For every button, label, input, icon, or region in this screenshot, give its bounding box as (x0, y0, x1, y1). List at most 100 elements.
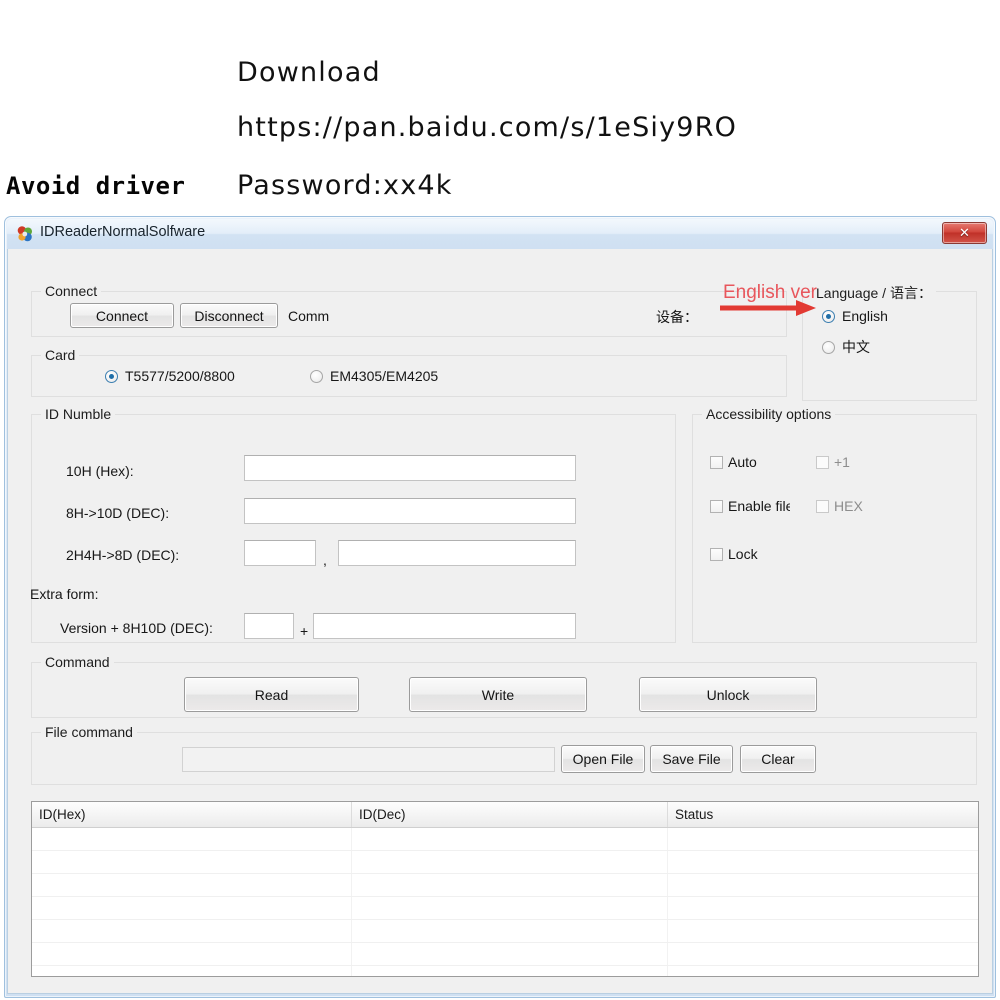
cell-id-dec (352, 851, 668, 873)
card-radio-t5577[interactable]: T5577/5200/8800 (105, 368, 235, 384)
cell-id-dec (352, 966, 668, 976)
connect-group: Connect Connect Disconnect Comm 设备： (31, 283, 787, 337)
application-window: IDReaderNormalSolfware ✕ Connect Connect… (4, 216, 996, 998)
client-area: Connect Connect Disconnect Comm 设备： Lang… (7, 249, 993, 994)
cell-id-hex (32, 943, 352, 965)
input-version[interactable] (244, 613, 294, 639)
card-radio-em4305[interactable]: EM4305/EM4205 (310, 368, 438, 384)
annotation-download-url: https://pan.baidu.com/s/1eSiy9RO (237, 112, 738, 143)
window-title: IDReaderNormalSolfware (40, 224, 206, 240)
table-row[interactable] (32, 897, 978, 920)
top-annotations: Download https://pan.baidu.com/s/1eSiy9R… (0, 0, 1000, 215)
table-header-row: ID(Hex) ID(Dec) Status (32, 802, 978, 828)
file-command-group-title: File command (41, 724, 137, 740)
cell-id-dec (352, 874, 668, 896)
annotation-arrow-icon (720, 300, 816, 316)
table-row[interactable] (32, 874, 978, 897)
accessibility-group-title: Accessibility options (702, 406, 836, 422)
table-row[interactable] (32, 966, 978, 976)
language-radio-chinese[interactable]: 中文 (822, 337, 870, 357)
write-button-label: Write (481, 686, 515, 703)
cell-status (668, 897, 978, 919)
card-option-label: EM4305/EM4205 (330, 368, 439, 384)
checkbox-icon (710, 499, 723, 513)
id-numble-group: ID Numble 10H (Hex): 8H->10D (DEC): 2H4H… (30, 406, 676, 643)
cell-id-dec (352, 943, 668, 965)
table-row[interactable] (32, 828, 978, 851)
language-radio-english[interactable]: English (822, 308, 888, 324)
cell-id-hex (32, 851, 352, 873)
read-button-label: Read (254, 686, 289, 703)
radio-unselected-icon (822, 340, 835, 354)
cell-id-hex (32, 966, 352, 976)
device-label: 设备： (656, 309, 698, 325)
connect-button-label: Connect (95, 307, 149, 324)
input-2h4h-8d-dec-first[interactable] (244, 540, 316, 566)
unlock-button[interactable]: Unlock (639, 677, 817, 712)
card-group: Card T5577/5200/8800 EM4305/EM4205 (31, 347, 787, 397)
cell-status (668, 851, 978, 873)
language-option-label: English (842, 308, 888, 324)
language-group: Language / 语言： English 中文 (802, 283, 977, 401)
clear-button[interactable]: Clear (740, 745, 816, 773)
card-option-label: T5577/5200/8800 (125, 368, 235, 384)
id-numble-group-title: ID Numble (41, 406, 116, 422)
title-bar: IDReaderNormalSolfware ✕ (7, 219, 993, 249)
input-8h-10d-dec[interactable] (244, 498, 576, 524)
results-table[interactable]: ID(Hex) ID(Dec) Status (31, 801, 979, 977)
radio-selected-icon (105, 369, 118, 383)
app-icon (17, 226, 32, 242)
checkbox-plus-one[interactable]: +1 (816, 454, 850, 470)
table-row[interactable] (32, 920, 978, 943)
column-header-id-dec[interactable]: ID(Dec) (352, 802, 668, 827)
cell-status (668, 828, 978, 850)
cell-id-dec (352, 828, 668, 850)
extra-form-label: Extra form: (30, 586, 99, 602)
label-8h-10d-dec: 8H->10D (DEC): (66, 505, 170, 521)
cell-id-hex (32, 920, 352, 942)
file-command-group: File command Open File Save File Clear (31, 724, 977, 785)
checkbox-plus-one-label: +1 (834, 454, 850, 470)
checkbox-lock-label: Lock (728, 546, 758, 562)
label-2h4h-8d-dec: 2H4H->8D (DEC): (66, 547, 180, 563)
comm-label: Comm (288, 308, 330, 324)
annotation-download-label: Download (237, 57, 381, 88)
checkbox-icon (816, 455, 829, 469)
language-option-label: 中文 (842, 339, 870, 355)
checkbox-enable-file[interactable]: Enable file (710, 498, 790, 514)
label-10h-hex: 10H (Hex): (66, 463, 134, 479)
read-button[interactable]: Read (184, 677, 359, 712)
language-group-title: Language / 语言： (812, 283, 936, 303)
disconnect-button[interactable]: Disconnect (180, 303, 278, 328)
close-button[interactable]: ✕ (942, 222, 987, 244)
cell-status (668, 966, 978, 976)
table-row[interactable] (32, 943, 978, 966)
table-body (32, 828, 978, 976)
input-8h10d-dec[interactable] (313, 613, 576, 639)
column-header-id-hex[interactable]: ID(Hex) (32, 802, 352, 827)
checkbox-auto[interactable]: Auto (710, 454, 757, 470)
input-10h-hex[interactable] (244, 455, 576, 481)
close-icon: ✕ (959, 225, 970, 240)
input-2h4h-8d-dec-second[interactable] (338, 540, 576, 566)
cell-id-hex (32, 828, 352, 850)
disconnect-button-label: Disconnect (194, 307, 264, 324)
table-row[interactable] (32, 851, 978, 874)
open-file-button-label: Open File (572, 751, 634, 767)
column-header-status[interactable]: Status (668, 802, 978, 827)
write-button[interactable]: Write (409, 677, 587, 712)
cell-id-dec (352, 920, 668, 942)
file-path-input[interactable] (182, 747, 555, 772)
checkbox-enable-file-label: Enable file (728, 498, 790, 514)
cell-status (668, 943, 978, 965)
checkbox-lock[interactable]: Lock (710, 546, 758, 562)
checkbox-hex[interactable]: HEX (816, 498, 863, 514)
command-group: Command Read Write Unlock (31, 654, 977, 718)
label-version-8h10d-dec: Version + 8H10D (DEC): (60, 620, 213, 636)
cell-id-hex (32, 874, 352, 896)
save-file-button[interactable]: Save File (650, 745, 733, 773)
card-group-title: Card (41, 347, 80, 363)
checkbox-icon (710, 547, 723, 561)
open-file-button[interactable]: Open File (561, 745, 645, 773)
connect-button[interactable]: Connect (70, 303, 174, 328)
